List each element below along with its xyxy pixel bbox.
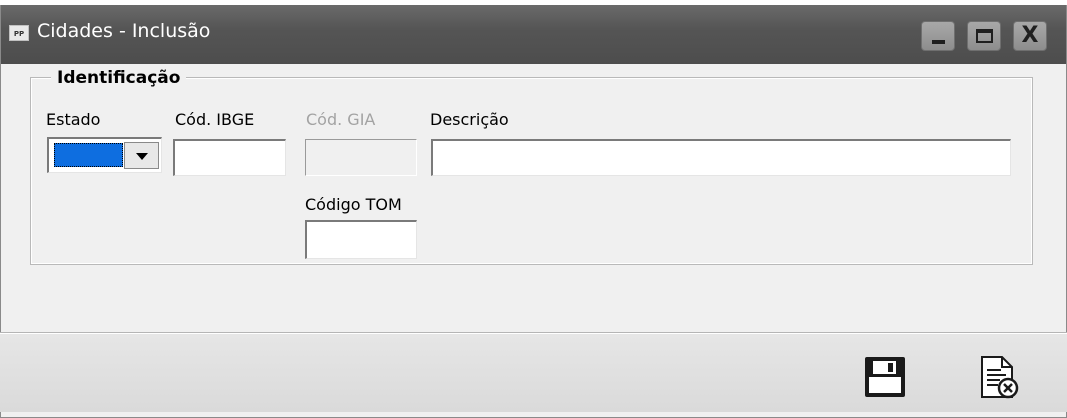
cod-ibge-label: Cód. IBGE xyxy=(175,110,255,129)
estado-select[interactable] xyxy=(47,137,162,173)
close-button[interactable]: X xyxy=(1013,21,1047,51)
minimize-icon xyxy=(932,40,945,44)
save-icon xyxy=(865,357,905,397)
cod-gia-label: Cód. GIA xyxy=(306,110,376,129)
codigo-tom-label: Código TOM xyxy=(305,195,402,214)
chevron-down-icon xyxy=(136,153,148,160)
estado-label: Estado xyxy=(46,110,101,129)
minimize-button[interactable] xyxy=(921,21,955,51)
group-legend: Identificação xyxy=(51,68,187,88)
app-icon[interactable]: PP xyxy=(9,25,29,41)
save-button[interactable] xyxy=(863,355,909,401)
title-bar[interactable]: PP Cidades - Inclusão X xyxy=(1,5,1066,64)
cancel-button[interactable] xyxy=(976,355,1022,401)
cancel-document-icon xyxy=(981,356,1019,399)
cod-gia-field xyxy=(305,139,417,176)
descricao-field[interactable] xyxy=(431,139,1011,176)
codigo-tom-field[interactable] xyxy=(305,220,417,259)
descricao-label: Descrição xyxy=(430,110,509,129)
cod-ibge-field[interactable] xyxy=(173,139,286,176)
maximize-icon xyxy=(976,29,993,43)
estado-selected-value xyxy=(54,143,123,167)
maximize-button[interactable] xyxy=(967,21,1001,51)
close-icon: X xyxy=(1021,23,1039,48)
estado-dropdown-button[interactable] xyxy=(124,142,159,169)
window-title: Cidades - Inclusão xyxy=(37,20,211,42)
